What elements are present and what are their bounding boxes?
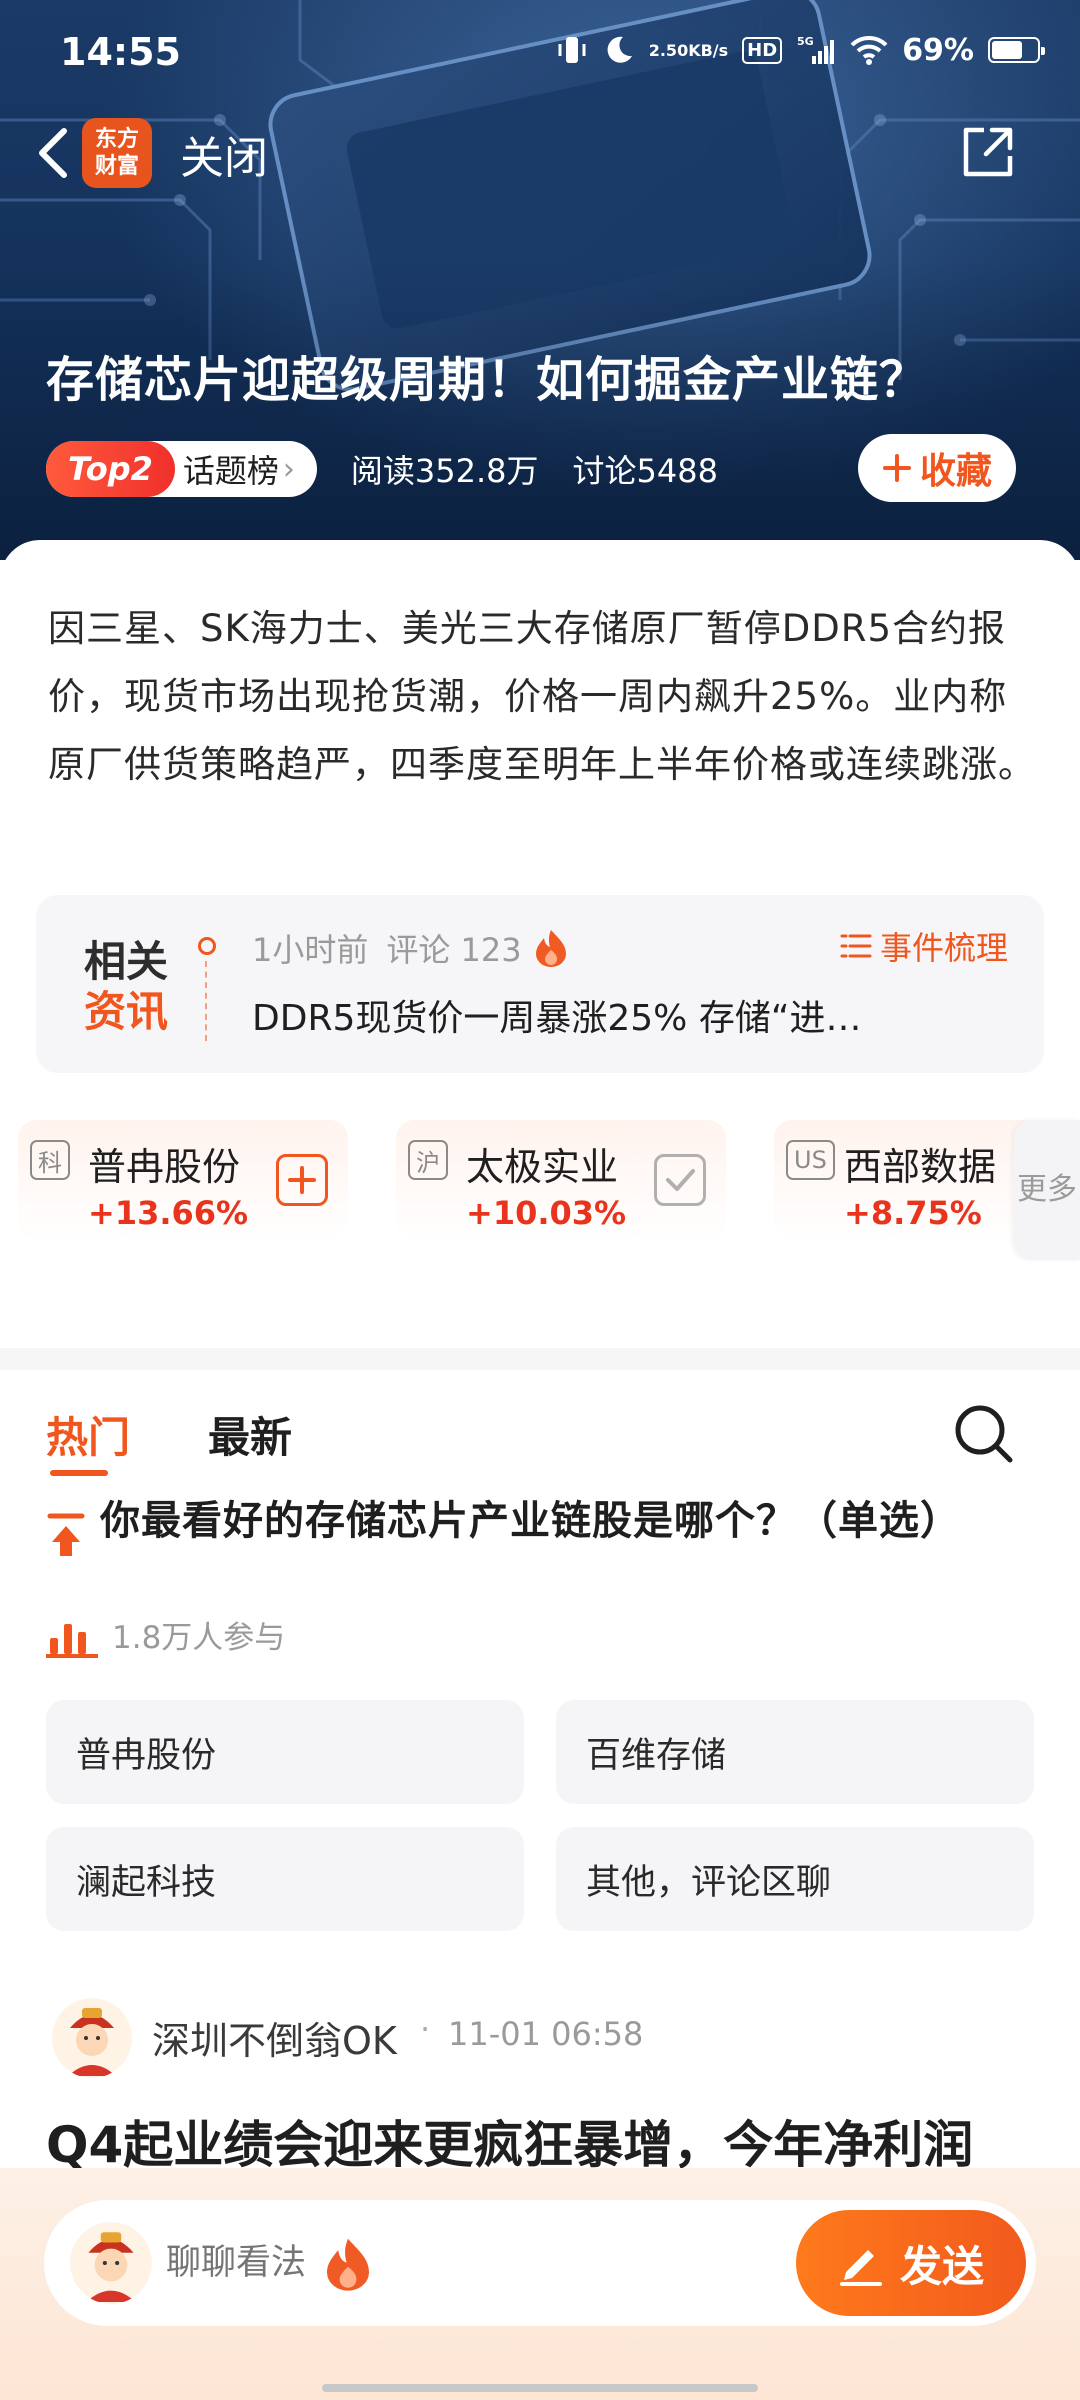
hero-shade	[0, 260, 1080, 560]
favorite-button[interactable]: 收藏	[857, 434, 1016, 502]
hd-badge: HD	[742, 36, 783, 64]
battery-percent: 69%	[902, 32, 974, 68]
vibrate-icon	[555, 33, 589, 67]
pin-top-icon	[47, 1513, 85, 1556]
avatar	[70, 2222, 152, 2304]
tab-hot[interactable]: 热门	[46, 1404, 130, 1465]
rank-badge[interactable]: Top2 话题榜 ›	[46, 441, 317, 497]
chevron-right-icon: ›	[282, 451, 295, 487]
checkmark-icon	[666, 1169, 695, 1191]
event-timeline-button[interactable]: 事件梳理	[840, 923, 1008, 969]
send-label: 发送	[899, 2241, 984, 2291]
news-headline[interactable]: DDR5现货价一周暴涨25% 存储“进…	[252, 989, 952, 1041]
plus-icon	[882, 454, 911, 482]
stock-change: +13.66%	[88, 1194, 249, 1232]
topic-title: 存储芯片迎超级周期！如何掘金产业链？	[46, 352, 929, 408]
back-button[interactable]	[22, 120, 82, 186]
stock-chip[interactable]: 沪 太极实业 +10.03%	[396, 1120, 726, 1240]
stock-chip[interactable]: 科 普冉股份 +13.66%	[18, 1120, 348, 1240]
rank-board-label: 话题榜	[182, 452, 279, 490]
pencil-icon	[839, 2250, 882, 2286]
wifi-icon	[850, 35, 888, 65]
moon-icon	[603, 34, 635, 66]
added-watchlist-button[interactable]	[654, 1154, 706, 1206]
more-stocks-button[interactable]: 更多	[1014, 1120, 1080, 1260]
app-logo: 东方 财富	[82, 118, 152, 188]
network-type: 5G	[797, 35, 814, 48]
add-watchlist-button[interactable]	[276, 1154, 328, 1206]
poll-option[interactable]: 澜起科技	[46, 1827, 524, 1931]
poll-participants: 1.8万人参与	[112, 1620, 286, 1656]
stock-market-badge: 科	[30, 1140, 70, 1180]
post-time: 11-01 06:58	[448, 2015, 644, 2053]
status-time: 14:55	[60, 30, 181, 74]
stock-market-badge: 沪	[408, 1140, 448, 1180]
related-news-logo: 相关 资讯	[84, 937, 168, 1037]
topic-meta: Top2 话题榜 › 阅读352.8万 讨论5488	[46, 440, 718, 498]
plus-icon	[288, 1166, 316, 1194]
status-icons: 2.50 KB/s HD 5G 69%	[555, 28, 1045, 72]
topic-content-card: 因三星、SK海力士、美光三大存储原厂暂停DDR5合约报价，现货市场出现抢货潮，价…	[0, 540, 1080, 2400]
post-separator: ·	[420, 2010, 431, 2048]
top-nav: 东方 财富 关闭	[0, 108, 1080, 198]
news-comment-count: 评论 123	[386, 931, 522, 969]
discussion-count: 讨论5488	[572, 452, 718, 490]
search-button[interactable]	[950, 1400, 1020, 1470]
news-meta: 1小时前 评论 123	[252, 925, 568, 971]
list-icon	[840, 934, 872, 958]
poll-option[interactable]: 其他，评论区聊	[556, 1827, 1034, 1931]
post-author[interactable]: 深圳不倒翁OK	[152, 2010, 397, 2065]
home-indicator	[322, 2384, 758, 2392]
poll-question: 你最看好的存储芯片产业链股是哪个？（单选）	[100, 1498, 961, 1544]
bar-chart-icon	[46, 1624, 98, 1658]
stock-name: 西部数据	[844, 1145, 997, 1189]
read-count: 阅读352.8万	[350, 452, 539, 490]
active-tab-indicator	[50, 1470, 108, 1476]
rank-top-label: Top2	[46, 441, 175, 497]
net-speed-unit: KB/s	[688, 40, 729, 60]
related-stocks-row: 科 普冉股份 +13.66% 沪 太极实业 +10.03% US 西部数据 +8…	[0, 1120, 1080, 1260]
timeline-line	[205, 961, 207, 1041]
battery-fill	[992, 41, 1023, 59]
net-speed-value: 2.50	[648, 40, 689, 60]
section-divider	[0, 1348, 1080, 1370]
tab-latest[interactable]: 最新	[208, 1404, 292, 1465]
avatar[interactable]	[52, 1998, 132, 2078]
share-button[interactable]	[958, 122, 1018, 182]
app-logo-line2: 财富	[94, 154, 139, 179]
related-news-card[interactable]: 相关 资讯 1小时前 评论 123 事件梳理 DDR5现货价一周暴涨25% 存储…	[36, 895, 1044, 1073]
stock-change: +10.03%	[466, 1194, 627, 1232]
share-icon	[963, 127, 1013, 177]
net-speed: 2.50 KB/s	[649, 42, 728, 59]
close-button[interactable]: 关闭	[180, 122, 268, 186]
signal-icon: 5G	[796, 34, 836, 66]
stock-name: 太极实业	[466, 1145, 619, 1189]
stock-market-badge: US	[786, 1140, 835, 1180]
stock-name: 普冉股份	[88, 1145, 241, 1189]
event-timeline-label: 事件梳理	[879, 929, 1008, 967]
topic-summary: 因三星、SK海力士、美光三大存储原厂暂停DDR5合约报价，现货市场出现抢货潮，价…	[48, 607, 1036, 786]
stock-change: +8.75%	[844, 1194, 982, 1232]
favorite-label: 收藏	[919, 451, 992, 492]
comment-composer-bar: 发送	[0, 2168, 1080, 2400]
related-news-logo-line1: 相关	[84, 937, 169, 986]
chevron-left-icon	[39, 128, 67, 178]
fire-icon	[327, 2238, 369, 2291]
fire-icon	[535, 930, 566, 967]
app-logo-line1: 东方	[94, 127, 139, 152]
battery-icon	[988, 37, 1045, 63]
feed-tabs: 热门 最新	[0, 1370, 1080, 1480]
related-news-logo-line2: 资讯	[84, 987, 169, 1036]
poll-option[interactable]: 普冉股份	[46, 1700, 524, 1804]
status-bar: 14:55 2.50 KB/s HD 5G 69%	[0, 0, 1080, 100]
timeline-dot	[198, 937, 216, 955]
send-button[interactable]: 发送	[796, 2210, 1026, 2316]
search-icon	[955, 1405, 1013, 1463]
post-title[interactable]: Q4起业绩会迎来更疯狂暴增，今年净利润	[46, 2105, 1046, 2177]
poll-option[interactable]: 百维存储	[556, 1700, 1034, 1804]
news-time: 1小时前	[252, 931, 369, 969]
comment-input-box[interactable]: 发送	[44, 2200, 1036, 2326]
